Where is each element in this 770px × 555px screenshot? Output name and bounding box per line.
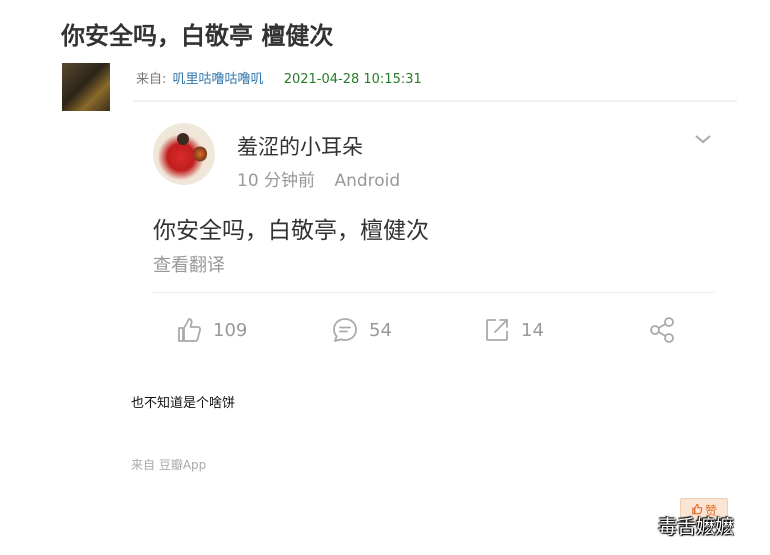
card-divider: [153, 292, 715, 293]
like-count: 109: [213, 319, 248, 341]
timestamp: 2021-04-28 10:15:31: [283, 72, 422, 87]
chevron-down-icon[interactable]: [693, 129, 713, 149]
embedded-weibo-card: 羞涩的小耳朵 10 分钟前 Android 你安全吗，白敬亭，檀健次 查看翻译 …: [133, 103, 737, 373]
post-time: 10 分钟前: [237, 171, 316, 191]
like-action[interactable]: 109: [175, 315, 247, 345]
post-avatar[interactable]: [153, 123, 215, 185]
post-text: 你安全吗，白敬亭，檀健次: [153, 218, 429, 244]
comment-count: 54: [369, 319, 392, 341]
post-meta: 来自: 叽里咕噜咕噜叽 2021-04-28 10:15:31: [136, 68, 422, 87]
meta-prefix: 来自:: [136, 72, 167, 87]
comment-action[interactable]: 54: [331, 315, 392, 345]
author-link[interactable]: 叽里咕噜咕噜叽: [173, 72, 264, 87]
repost-action[interactable]: 14: [483, 315, 544, 345]
comment-icon: [331, 316, 359, 344]
share-icon: [647, 315, 677, 345]
repost-icon: [483, 316, 511, 344]
thumbs-up-icon: [175, 316, 203, 344]
post-time-source: 10 分钟前 Android: [237, 166, 400, 191]
body-text: 也不知道是个啥饼: [131, 396, 236, 411]
translate-link[interactable]: 查看翻译: [153, 251, 225, 277]
watermark: 毒舌嬷嬷: [658, 516, 735, 538]
post-source: Android: [334, 171, 401, 191]
page-title: 你安全吗，白敬亭 檀健次: [61, 22, 334, 50]
source-line: 来自 豆瓣App: [131, 458, 207, 472]
post-username[interactable]: 羞涩的小耳朵: [237, 131, 363, 161]
repost-count: 14: [521, 319, 544, 341]
share-action[interactable]: [647, 315, 677, 345]
divider: [133, 100, 737, 102]
author-avatar[interactable]: [62, 63, 110, 111]
